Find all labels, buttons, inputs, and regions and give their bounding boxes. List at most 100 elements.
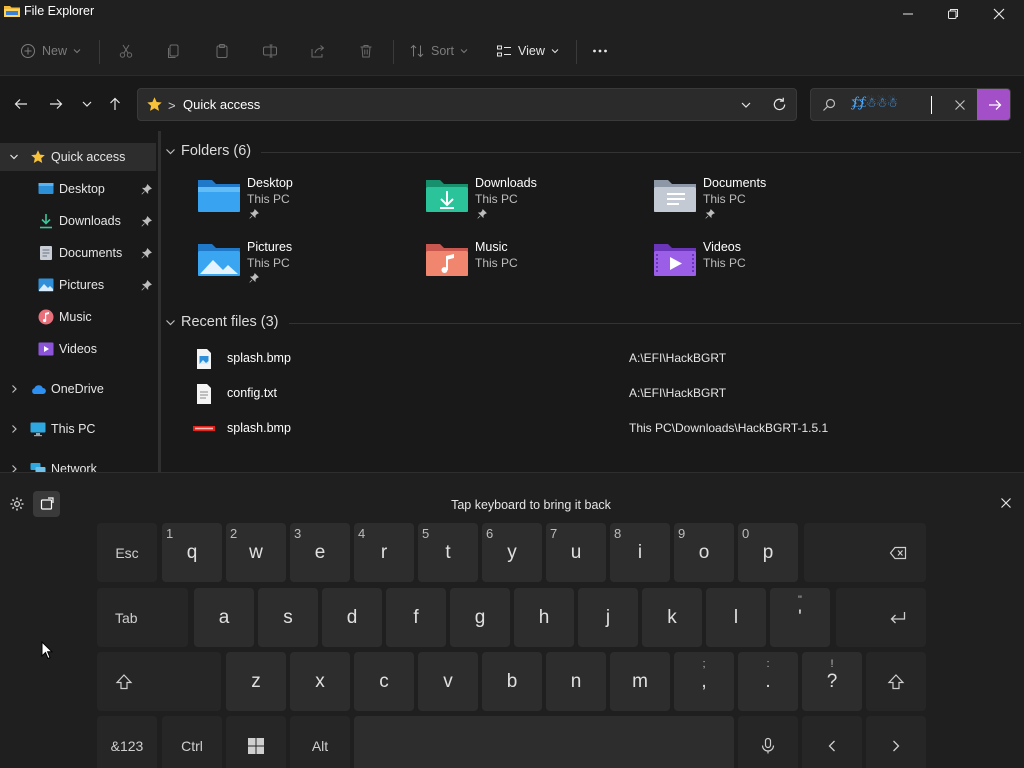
- key-c[interactable]: c: [354, 652, 414, 711]
- key-space[interactable]: [354, 716, 734, 768]
- paste-button[interactable]: [214, 38, 230, 64]
- sidebar-item-documents[interactable]: Documents: [0, 239, 156, 267]
- key-left-arrow[interactable]: [802, 716, 862, 768]
- recent-files-group-header[interactable]: Recent files (3): [165, 314, 279, 330]
- share-button[interactable]: [310, 38, 326, 64]
- key-y[interactable]: 6y: [482, 523, 542, 582]
- minimize-icon: [903, 13, 913, 15]
- chevron-down-icon[interactable]: [9, 152, 19, 162]
- delete-button[interactable]: [358, 38, 374, 64]
- key-b[interactable]: b: [482, 652, 542, 711]
- folder-tile-documents[interactable]: Documents This PC: [653, 176, 873, 232]
- breadcrumb-quick-access[interactable]: Quick access: [183, 97, 260, 112]
- key-symbols[interactable]: &123: [97, 716, 157, 768]
- key-shift-left[interactable]: [97, 652, 221, 711]
- view-button[interactable]: View: [496, 38, 559, 64]
- folder-name: Music: [475, 240, 508, 254]
- more-options-button[interactable]: [592, 38, 608, 64]
- touch-keyboard[interactable]: Tap keyboard to bring it back Esc 1q 2w …: [0, 472, 1024, 768]
- recent-locations-button[interactable]: [77, 94, 97, 114]
- folder-tile-music[interactable]: Music This PC: [425, 240, 645, 296]
- forward-button[interactable]: [46, 94, 66, 114]
- chevron-right-icon[interactable]: [9, 424, 19, 434]
- search-submit-button[interactable]: [977, 89, 1010, 120]
- folder-tile-videos[interactable]: Videos This PC: [653, 240, 873, 296]
- key-quote[interactable]: " ': [770, 588, 830, 647]
- key-s[interactable]: s: [258, 588, 318, 647]
- key-v[interactable]: v: [418, 652, 478, 711]
- key-t[interactable]: 5t: [418, 523, 478, 582]
- chevron-down-icon[interactable]: [740, 99, 752, 111]
- chevron-right-icon[interactable]: [9, 464, 19, 472]
- address-bar[interactable]: > Quick access: [137, 88, 797, 121]
- key-enter[interactable]: [836, 588, 926, 647]
- key-period[interactable]: :.: [738, 652, 798, 711]
- folder-tile-desktop[interactable]: Desktop This PC: [197, 176, 417, 232]
- close-keyboard-icon[interactable]: [1000, 497, 1012, 509]
- back-button[interactable]: [11, 94, 31, 114]
- folder-tile-downloads[interactable]: Downloads This PC: [425, 176, 645, 232]
- key-o[interactable]: 9o: [674, 523, 734, 582]
- key-u[interactable]: 7u: [546, 523, 606, 582]
- key-w[interactable]: 2w: [226, 523, 286, 582]
- key-right-arrow[interactable]: [866, 716, 926, 768]
- key-h[interactable]: h: [514, 588, 574, 647]
- key-comma[interactable]: ;,: [674, 652, 734, 711]
- pin-icon: [705, 209, 715, 219]
- up-button[interactable]: [105, 94, 125, 114]
- key-esc[interactable]: Esc: [97, 523, 157, 582]
- sidebar-item-downloads[interactable]: Downloads: [0, 207, 156, 235]
- key-windows[interactable]: [226, 716, 286, 768]
- recent-file-row[interactable]: splash.bmp This PC\Downloads\HackBGRT-1.…: [193, 414, 1013, 444]
- new-button[interactable]: New: [20, 38, 81, 64]
- folder-tile-pictures[interactable]: Pictures This PC: [197, 240, 417, 296]
- sidebar-item-this-pc[interactable]: This PC: [0, 415, 156, 443]
- key-r[interactable]: 4r: [354, 523, 414, 582]
- rename-button[interactable]: [262, 38, 278, 64]
- sidebar-item-music[interactable]: Music: [0, 303, 156, 331]
- key-shift-right[interactable]: [866, 652, 926, 711]
- cut-button[interactable]: [118, 38, 134, 64]
- chevron-right-icon[interactable]: [9, 384, 19, 394]
- key-k[interactable]: k: [642, 588, 702, 647]
- folders-group-header[interactable]: Folders (6): [165, 143, 251, 159]
- key-p[interactable]: 0p: [738, 523, 798, 582]
- key-ctrl[interactable]: Ctrl: [162, 716, 222, 768]
- key-tab[interactable]: Tab: [97, 588, 188, 647]
- clear-search-icon[interactable]: [954, 99, 966, 111]
- key-d[interactable]: d: [322, 588, 382, 647]
- key-e[interactable]: 3e: [290, 523, 350, 582]
- key-question[interactable]: !?: [802, 652, 862, 711]
- restore-button[interactable]: [930, 0, 976, 28]
- key-voice[interactable]: [738, 716, 798, 768]
- sidebar-item-pictures[interactable]: Pictures: [0, 271, 156, 299]
- copy-button[interactable]: [166, 38, 182, 64]
- key-l[interactable]: l: [706, 588, 766, 647]
- key-j[interactable]: j: [578, 588, 638, 647]
- sidebar-item-desktop[interactable]: Desktop: [0, 175, 156, 203]
- close-window-button[interactable]: [976, 0, 1022, 28]
- sidebar-item-quick-access[interactable]: Quick access: [0, 143, 156, 171]
- sidebar-item-onedrive[interactable]: OneDrive: [0, 375, 156, 403]
- key-q[interactable]: 1q: [162, 523, 222, 582]
- key-z[interactable]: z: [226, 652, 286, 711]
- sidebar-item-network[interactable]: Network: [0, 455, 156, 472]
- key-backspace[interactable]: [804, 523, 926, 582]
- key-x[interactable]: x: [290, 652, 350, 711]
- key-i[interactable]: 8i: [610, 523, 670, 582]
- refresh-icon[interactable]: [772, 97, 787, 112]
- search-input[interactable]: ⨋⨋☃☃☃: [851, 95, 898, 111]
- key-alt[interactable]: Alt: [290, 716, 350, 768]
- key-n[interactable]: n: [546, 652, 606, 711]
- key-g[interactable]: g: [450, 588, 510, 647]
- recent-file-row[interactable]: config.txt A:\EFI\HackBGRT: [193, 379, 1013, 409]
- sidebar-item-label: Desktop: [59, 182, 105, 196]
- search-box[interactable]: ⨋⨋☃☃☃: [810, 88, 1011, 121]
- sort-button[interactable]: Sort: [409, 38, 468, 64]
- sidebar-item-videos[interactable]: Videos: [0, 335, 156, 363]
- minimize-button[interactable]: [885, 0, 931, 28]
- key-m[interactable]: m: [610, 652, 670, 711]
- key-a[interactable]: a: [194, 588, 254, 647]
- recent-file-row[interactable]: splash.bmp A:\EFI\HackBGRT: [193, 344, 1013, 374]
- key-f[interactable]: f: [386, 588, 446, 647]
